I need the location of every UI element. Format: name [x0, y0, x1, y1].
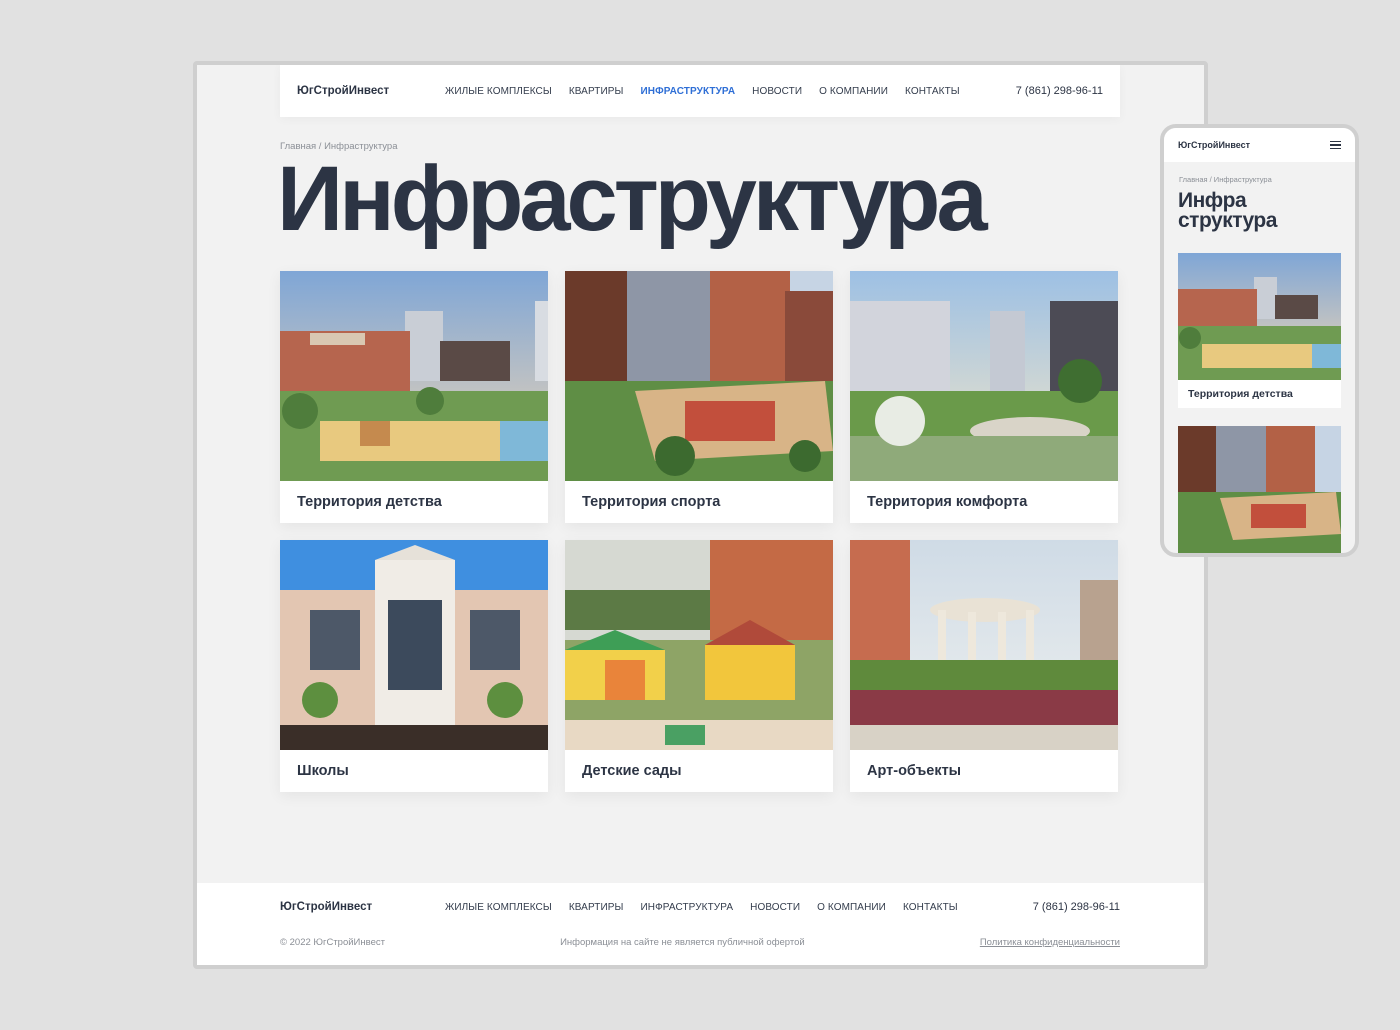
- card-label: Территория комфорта: [867, 494, 1028, 510]
- mobile-card-label: Территория детства: [1188, 388, 1293, 400]
- footer-nav-about[interactable]: О КОМПАНИИ: [817, 902, 886, 913]
- nav-item-contacts[interactable]: КОНТАКТЫ: [905, 86, 960, 97]
- mobile-card-children[interactable]: Территория детства: [1178, 253, 1341, 408]
- card-label: Территория детства: [297, 494, 442, 510]
- footer-phone[interactable]: 7 (861) 298-96-11: [1033, 901, 1120, 913]
- main-nav: ЖИЛЫЕ КОМПЛЕКСЫ КВАРТИРЫ ИНФРАСТРУКТУРА …: [445, 86, 1016, 97]
- footer-nav-infrastructure[interactable]: ИНФРАСТРУКТУРА: [641, 902, 734, 913]
- nav-item-infrastructure[interactable]: ИНФРАСТРУКТУРА: [641, 86, 736, 97]
- card-label: Школы: [297, 763, 349, 779]
- footer-nav-apartments[interactable]: КВАРТИРЫ: [569, 902, 624, 913]
- mobile-frame: ЮгСтройИнвест Главная / Инфраструктура И…: [1160, 124, 1359, 557]
- nav-item-apartments[interactable]: КВАРТИРЫ: [569, 86, 624, 97]
- privacy-policy-link[interactable]: Политика конфиденциальности: [980, 937, 1120, 948]
- page-title: Инфраструктура: [277, 148, 988, 250]
- mobile-breadcrumb[interactable]: Главная / Инфраструктура: [1179, 175, 1272, 184]
- card-art-objects[interactable]: Арт-объекты: [850, 540, 1118, 792]
- mobile-card-image-children: [1178, 253, 1341, 380]
- card-schools[interactable]: Школы: [280, 540, 548, 792]
- card-image-art: [850, 540, 1118, 750]
- site-footer: ЮгСтройИнвест ЖИЛЫЕ КОМПЛЕКСЫ КВАРТИРЫ И…: [197, 883, 1204, 965]
- card-label: Территория спорта: [582, 494, 721, 510]
- nav-item-complexes[interactable]: ЖИЛЫЕ КОМПЛЕКСЫ: [445, 86, 552, 97]
- footer-nav-news[interactable]: НОВОСТИ: [750, 902, 800, 913]
- card-image-children: [280, 271, 548, 481]
- card-image-kindergartens: [565, 540, 833, 750]
- header-phone[interactable]: 7 (861) 298-96-11: [1016, 85, 1103, 97]
- mobile-page-title: Инфра структура: [1178, 189, 1277, 232]
- site-header: ЮгСтройИнвест ЖИЛЫЕ КОМПЛЕКСЫ КВАРТИРЫ И…: [280, 65, 1120, 117]
- site-logo[interactable]: ЮгСтройИнвест: [297, 85, 445, 97]
- footer-nav: ЖИЛЫЕ КОМПЛЕКСЫ КВАРТИРЫ ИНФРАСТРУКТУРА …: [445, 902, 961, 913]
- copyright: © 2022 ЮгСтройИнвест: [280, 937, 385, 948]
- nav-item-news[interactable]: НОВОСТИ: [752, 86, 802, 97]
- mobile-title-line2: структура: [1178, 208, 1277, 232]
- desktop-frame: ЮгСтройИнвест ЖИЛЫЕ КОМПЛЕКСЫ КВАРТИРЫ И…: [193, 61, 1208, 969]
- footer-nav-contacts[interactable]: КОНТАКТЫ: [903, 902, 958, 913]
- disclaimer: Информация на сайте не является публично…: [560, 937, 805, 948]
- footer-logo[interactable]: ЮгСтройИнвест: [280, 901, 445, 913]
- mobile-logo[interactable]: ЮгСтройИнвест: [1178, 140, 1250, 150]
- card-kindergartens[interactable]: Детские сады: [565, 540, 833, 792]
- footer-nav-complexes[interactable]: ЖИЛЫЕ КОМПЛЕКСЫ: [445, 902, 552, 913]
- card-sport-territory[interactable]: Территория спорта: [565, 271, 833, 523]
- card-label: Арт-объекты: [867, 763, 962, 779]
- infrastructure-grid: Территория детства Территория спорта Тер…: [280, 271, 1120, 792]
- menu-icon[interactable]: [1330, 140, 1341, 150]
- card-comfort-territory[interactable]: Территория комфорта: [850, 271, 1118, 523]
- card-label: Детские сады: [582, 763, 682, 779]
- mobile-header: ЮгСтройИнвест: [1164, 128, 1355, 162]
- mobile-title-line1: Инфра: [1178, 189, 1247, 212]
- card-image-schools: [280, 540, 548, 750]
- mobile-card-image-sport: [1178, 426, 1341, 553]
- card-image-sport: [565, 271, 833, 481]
- nav-item-about[interactable]: О КОМПАНИИ: [819, 86, 888, 97]
- mobile-card-sport[interactable]: [1178, 426, 1341, 553]
- card-children-territory[interactable]: Территория детства: [280, 271, 548, 523]
- card-image-comfort: [850, 271, 1118, 481]
